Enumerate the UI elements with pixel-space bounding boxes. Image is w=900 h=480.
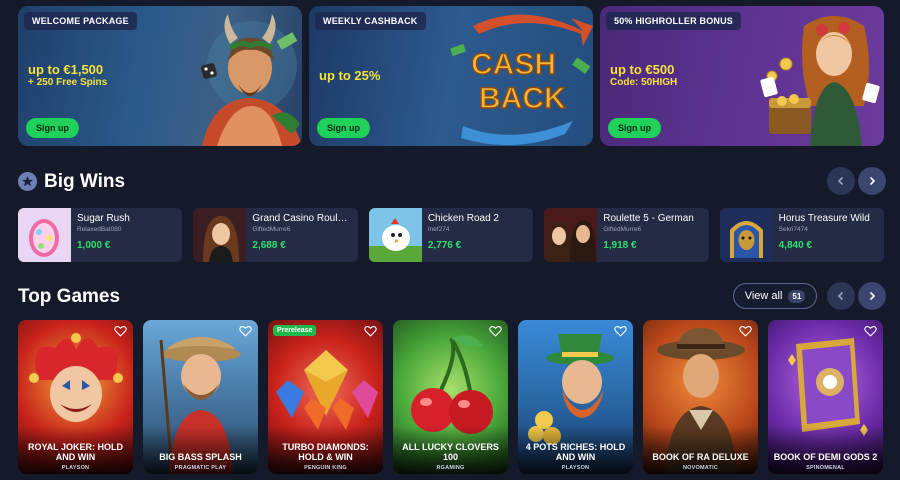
win-game-name: Roulette 5 - German: [603, 213, 694, 224]
big-wins-prev-button[interactable]: [827, 167, 855, 195]
prerelease-badge: Prerelease: [273, 325, 317, 336]
horus-treasure-thumbnail: [719, 208, 773, 262]
favorite-heart-icon[interactable]: [239, 325, 252, 337]
game-card[interactable]: BOOK OF DEMI GODS 2 SPINOMENAL: [768, 320, 883, 474]
win-amount: 2,776 €: [427, 240, 462, 251]
top-games-title: Top Games: [18, 286, 121, 307]
game-provider: RGAMING: [436, 465, 465, 471]
top-games-prev-button[interactable]: [827, 282, 855, 310]
game-provider: PLAYSON: [561, 465, 590, 471]
game-title: BIG BASS SPLASH: [159, 452, 242, 462]
game-card[interactable]: 4 POTS RICHES: HOLD AND WIN PLAYSON: [518, 320, 633, 474]
win-amount: 1,000 €: [77, 240, 111, 251]
game-provider: PRAGMATIC PLAY: [174, 465, 227, 471]
game-title: 4 POTS RICHES: HOLD AND WIN: [525, 442, 626, 462]
game-title: TURBO DIAMONDS: HOLD & WIN: [282, 442, 369, 462]
promo-weekly-cashback[interactable]: CASH BACK WEEKLY CASHBACK up to 25% Sign…: [309, 6, 593, 146]
big-win-item[interactable]: Sugar Rush RelaxedBat080 1,000 €: [18, 208, 183, 262]
promo-highroller-bonus[interactable]: 50% HIGHROLLER BONUS up to €500 Code: 50…: [600, 6, 884, 146]
game-provider: PLAYSON: [61, 465, 90, 471]
promo-banners: WELCOME PACKAGE up to €1,500 + 250 Free …: [18, 6, 884, 146]
win-username: GiftedMurre6: [252, 226, 291, 233]
game-provider: SPINOMENAL: [806, 465, 845, 471]
sugar-rush-thumbnail: [18, 208, 71, 262]
big-win-item[interactable]: Chicken Road 2 Inef274 2,776 €: [368, 208, 534, 262]
promo-subline: Code: 50HIGH: [610, 77, 678, 88]
goddess-treasure-illustration: [760, 16, 880, 146]
svg-text:BACK: BACK: [479, 82, 566, 115]
satyr-character-illustration: [201, 14, 302, 146]
promo-tag: WEEKLY CASHBACK: [315, 12, 426, 30]
game-title: ALL LUCKY CLOVERS 100: [402, 442, 499, 462]
favorite-heart-icon[interactable]: [614, 325, 627, 337]
win-game-name: Grand Casino Roulette: [252, 213, 352, 224]
favorite-heart-icon[interactable]: [489, 325, 502, 337]
win-username: RelaxedBat080: [77, 226, 122, 233]
game-title: ROYAL JOKER: HOLD AND WIN: [27, 442, 123, 462]
chevron-right-icon: [869, 291, 876, 301]
win-amount: 4,840 €: [778, 240, 812, 251]
win-amount: 2,688 €: [252, 240, 286, 251]
game-card[interactable]: BIG BASS SPLASH PRAGMATIC PLAY: [143, 320, 258, 474]
view-all-count-badge: 51: [788, 289, 806, 303]
promo-headline: up to €1,500: [28, 62, 104, 77]
top-games-next-button[interactable]: [858, 282, 886, 310]
big-wins-list: Sugar Rush RelaxedBat080 1,000 € Grand C…: [18, 208, 885, 262]
promo-subline: + 250 Free Spins: [28, 77, 108, 88]
promo-headline: up to 25%: [319, 68, 381, 83]
promo-welcome-package[interactable]: WELCOME PACKAGE up to €1,500 + 250 Free …: [18, 6, 302, 146]
win-game-name: Chicken Road 2: [427, 213, 499, 224]
game-card[interactable]: ROYAL JOKER: HOLD AND WIN PLAYSON: [18, 320, 133, 474]
game-card[interactable]: ALL LUCKY CLOVERS 100 RGAMING: [393, 320, 508, 474]
star-icon: [18, 172, 37, 191]
game-card[interactable]: Prerelease TURBO DIAMONDS: HOLD & WIN PE…: [268, 320, 383, 474]
top-games-list: ROYAL JOKER: HOLD AND WIN PLAYSON BIG BA…: [18, 320, 886, 474]
view-all-label: View all: [744, 290, 783, 302]
big-wins-next-button[interactable]: [858, 167, 886, 195]
promo-tag: WELCOME PACKAGE: [24, 12, 137, 30]
chevron-left-icon: [837, 291, 844, 301]
favorite-heart-icon[interactable]: [114, 325, 127, 337]
win-game-name: Sugar Rush: [77, 213, 130, 224]
view-all-button[interactable]: View all 51: [733, 283, 817, 309]
cashback-logo-illustration: CASH BACK: [450, 14, 593, 146]
chevron-right-icon: [869, 176, 876, 186]
big-win-item[interactable]: Roulette 5 - German GiftedMurre6 1,918 €: [544, 208, 709, 262]
chicken-road-thumbnail: [368, 208, 422, 262]
win-game-name: Horus Treasure Wild: [778, 213, 870, 224]
big-wins-title: Big Wins: [44, 171, 126, 192]
roulette-german-thumbnail: [544, 208, 598, 262]
game-provider: NOVOMATIC: [682, 465, 718, 471]
favorite-heart-icon[interactable]: [364, 325, 377, 337]
sign-up-button[interactable]: Sign up: [608, 118, 661, 138]
sign-up-button[interactable]: Sign up: [26, 118, 79, 138]
big-win-item[interactable]: Grand Casino Roulette GiftedMurre6 2,688…: [193, 208, 358, 262]
big-win-item[interactable]: Horus Treasure Wild Sekri7474 4,840 €: [719, 208, 885, 262]
win-username: GiftedMurre6: [603, 226, 642, 233]
game-title: BOOK OF DEMI GODS 2: [773, 452, 878, 462]
favorite-heart-icon[interactable]: [739, 325, 752, 337]
game-card[interactable]: BOOK OF RA DELUXE NOVOMATIC: [643, 320, 758, 474]
grand-casino-roulette-thumbnail: [193, 208, 247, 262]
promo-headline: up to €500: [610, 62, 675, 77]
game-provider: PENGUIN KING: [304, 465, 347, 471]
game-title: BOOK OF RA DELUXE: [652, 452, 749, 462]
promo-tag: 50% HIGHROLLER BONUS: [606, 12, 742, 30]
win-username: Inef274: [427, 226, 450, 233]
sign-up-button[interactable]: Sign up: [317, 118, 370, 138]
win-amount: 1,918 €: [603, 240, 637, 251]
win-username: Sekri7474: [778, 226, 808, 233]
svg-text:CASH: CASH: [471, 48, 556, 81]
chevron-left-icon: [837, 176, 844, 186]
favorite-heart-icon[interactable]: [864, 325, 877, 337]
